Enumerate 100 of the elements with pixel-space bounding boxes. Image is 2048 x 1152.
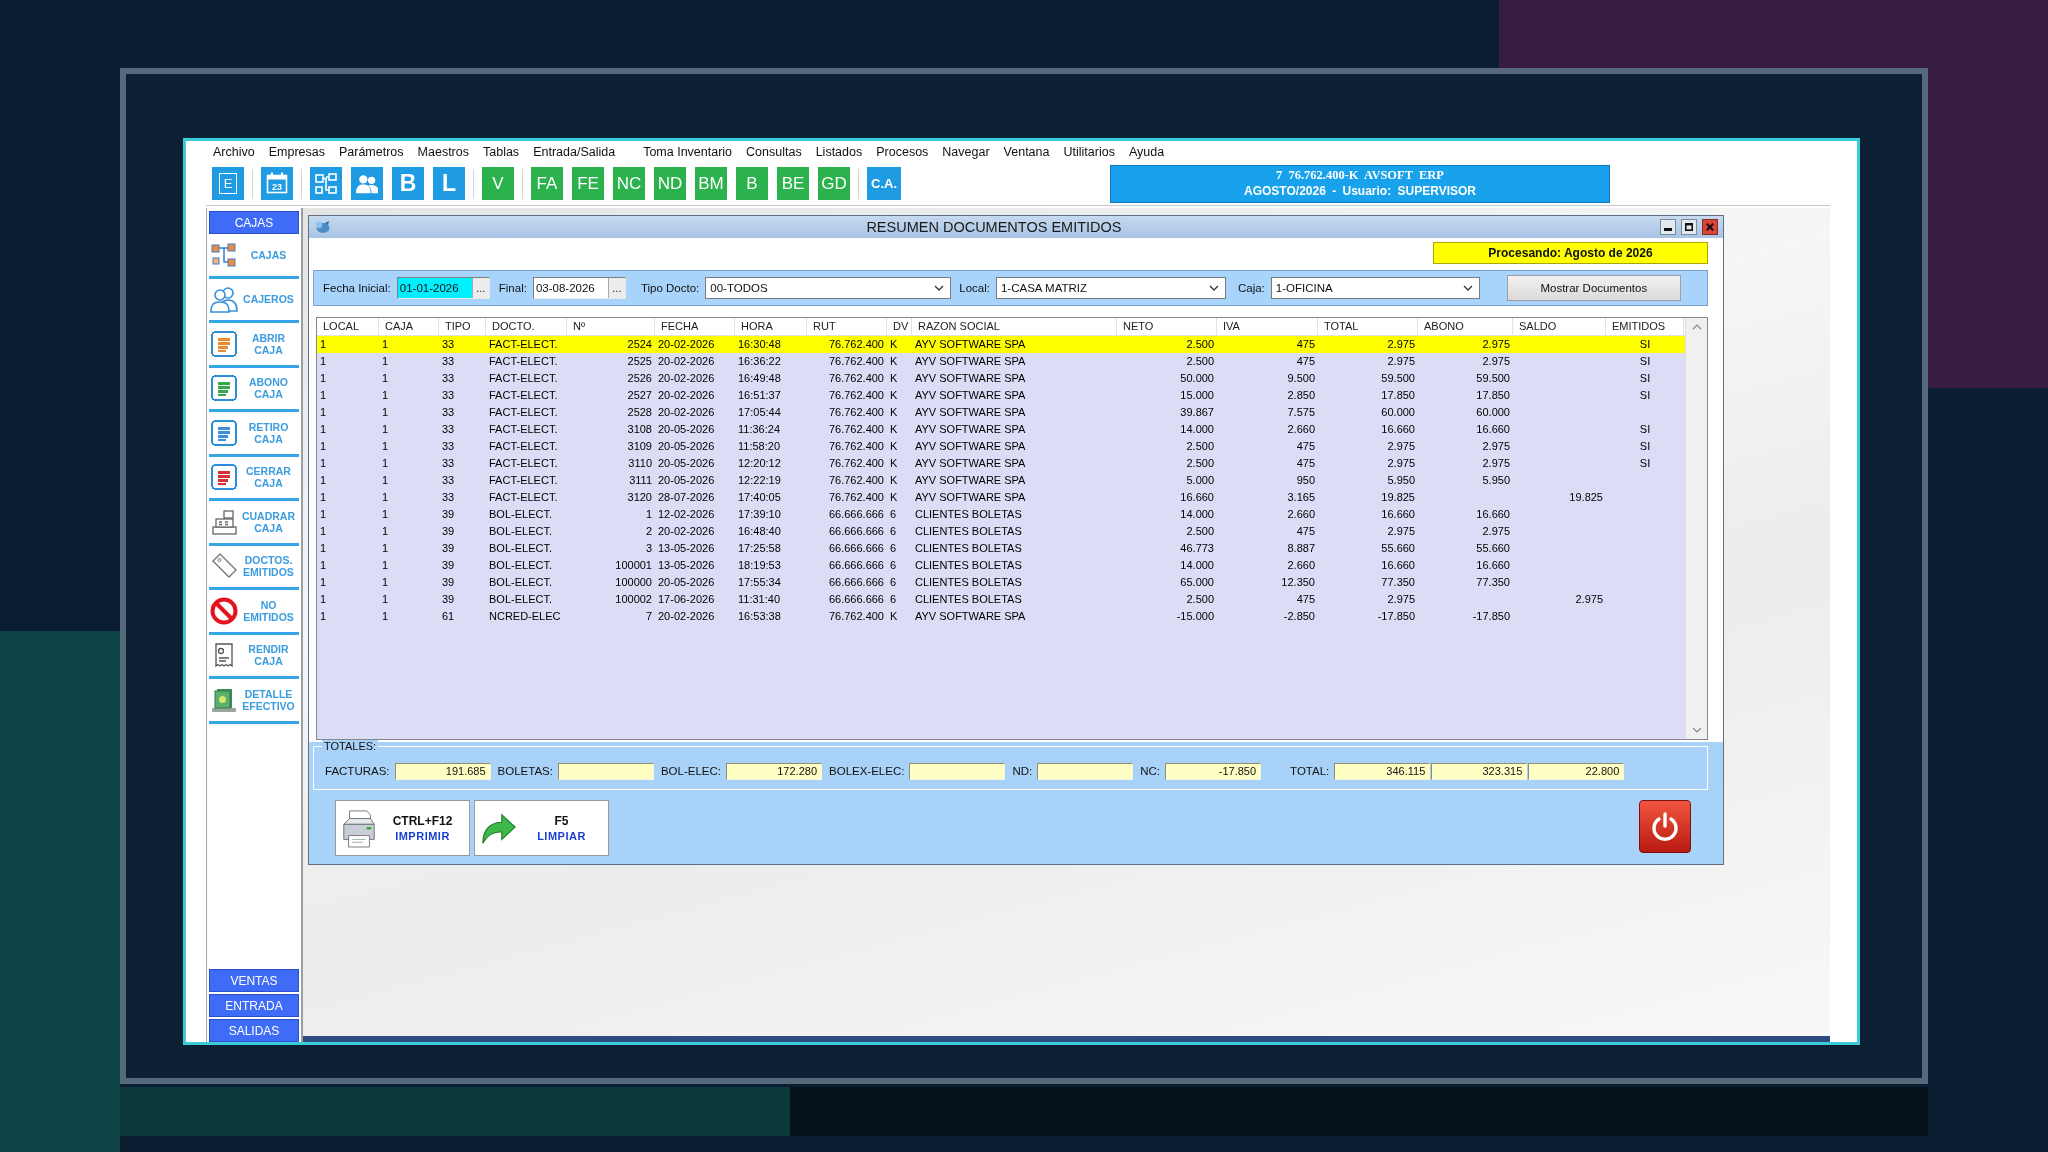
table-row[interactable]: 1 1 33 FACT-ELECT. 3111 20-05-2026 12:22:19 76.762.400 K AYV SOFTWARE SPA 5.000 950 5.950 5.950 [317,472,1685,489]
dropdown[interactable]: 00-TODOS [705,277,952,299]
table-cell-text: FACT-ELECT. [488,473,559,488]
menu-item[interactable]: Ventana [996,144,1057,159]
menu-item[interactable]: Maestros [410,144,476,159]
table-cell-text: 1 [381,473,390,488]
dropdown[interactable]: 1-CASA MATRIZ [995,277,1226,299]
table-row[interactable]: 1 1 33 FACT-ELECT. 3120 28-07-2026 17:40:05 76.762.400 K AYV SOFTWARE SPA 16.660 3.165 19.825 19.825 [317,489,1685,506]
power-button[interactable] [1639,800,1691,853]
table-row[interactable]: 1 1 33 FACT-ELECT. 3109 20-05-2026 11:58:20 76.762.400 K AYV SOFTWARE SPA 2.500 475 2.975 2.975 SI [317,438,1685,455]
menu-item[interactable]: Ayuda [1121,144,1172,159]
menu-item[interactable]: Archivo [206,144,262,159]
table-cell-text: 2.975 [1481,337,1511,352]
menu-item[interactable]: Navegar [935,144,997,159]
menu-item[interactable]: Entrada/Salida [526,144,623,159]
table-cell-text: 2.975 [1386,354,1416,369]
table-cell-text: 20-05-2026 [657,439,716,454]
date-field[interactable]: 01-01-2026 ... [396,277,490,299]
group-button[interactable]: ENTRADA [209,994,299,1017]
table-cell-text: 16:36:22 [737,354,782,369]
table-row[interactable]: 1 1 33 FACT-ELECT. 2527 20-02-2026 16:51:37 76.762.400 K AYV SOFTWARE SPA 15.000 2.850 17.850 17.850 SI [317,387,1685,404]
table-row[interactable]: 1 1 39 BOL-ELECT. 100002 17-06-2026 11:31:40 66.666.666 6 CLIENTES BOLETAS 2.500 475 2.975 2.975 [317,591,1685,608]
table-row[interactable]: 1 1 39 BOL-ELECT. 100001 13-05-2026 18:19:53 66.666.666 6 CLIENTES BOLETAS 14.000 2.660 16.660 16.660 [317,557,1685,574]
table-cell-text: 17:55:34 [737,575,782,590]
toolbar-button[interactable] [310,167,342,200]
table-cell-text: 17-06-2026 [657,592,716,607]
hierarchy-icon [210,240,238,269]
total-field: 191.685 [394,762,491,780]
menu-item[interactable]: Toma Inventario [636,144,740,159]
table-cell-text: 8.887 [1286,541,1316,556]
table-row[interactable]: 1 1 39 BOL-ELECT. 100000 20-05-2026 17:55:34 66.666.666 6 CLIENTES BOLETAS 65.000 12.350 77.350 77.350 [317,574,1685,591]
table-row[interactable]: 1 1 39 BOL-ELECT. 1 12-02-2026 17:39:10 66.666.666 6 CLIENTES BOLETAS 14.000 2.660 16.660 16.660 [317,506,1685,523]
table-cell-text: 2526 [626,371,653,386]
table-cell-text: 100000 [614,575,653,590]
picker-button[interactable]: ... [607,278,625,298]
table-cell-text: 2.975 [1481,456,1511,471]
group-button[interactable]: VENTAS [209,969,299,992]
menu-item[interactable]: Utilitarios [1056,144,1122,159]
table-cell-text: 1 [319,337,328,352]
table-row[interactable]: 1 1 33 FACT-ELECT. 2525 20-02-2026 16:36:22 76.762.400 K AYV SOFTWARE SPA 2.500 475 2.975 2.975 SI [317,353,1685,370]
table-cell-text: 1 [319,541,328,556]
table-cell-text: K [889,422,899,437]
total-field: 172.280 [726,762,822,780]
menu-item[interactable]: Parámetros [331,144,411,159]
table-cell-text: 1 [319,558,328,573]
table-cell-text: 17:40:05 [737,490,782,505]
table-cell-text: FACT-ELECT. [488,490,559,505]
table-cell-text: 16.660 [1380,558,1416,573]
table-cell-text: 2.500 [1185,456,1215,471]
table-cell-text: FACT-ELECT. [488,371,559,386]
table-cell-text: 16.660 [1475,507,1511,522]
table-cell-text: 2 [644,524,653,539]
show-documents-button[interactable]: Mostrar Documentos [1506,275,1681,301]
menu-item[interactable]: Tablas [476,144,527,159]
column-header: HORA [735,318,807,335]
menu-item[interactable]: Listados [808,144,870,159]
table-row[interactable]: 1 1 33 FACT-ELECT. 2528 20-02-2026 17:05:44 76.762.400 K AYV SOFTWARE SPA 39.867 7.575 60.000 60.000 [317,404,1685,421]
group-button[interactable]: SALIDAS [209,1019,299,1042]
group-button[interactable]: CAJAS [209,211,299,234]
date-field[interactable]: 03-08-2026 ... [532,277,626,299]
menu-item[interactable]: Procesos [869,144,936,159]
close-button[interactable] [1702,219,1718,235]
table-row[interactable]: 1 1 33 FACT-ELECT. 2526 20-02-2026 16:49:48 76.762.400 K AYV SOFTWARE SPA 50.000 9.500 59.500 59.500 SI [317,370,1685,387]
table-cell-text: 16.660 [1380,507,1416,522]
table-row[interactable]: 1 1 33 FACT-ELECT. 3108 20-05-2026 11:36:24 76.762.400 K AYV SOFTWARE SPA 14.000 2.660 16.660 16.660 SI [317,421,1685,438]
table-cell-text: 3 [644,541,653,556]
close-icon [1706,223,1714,231]
table-row[interactable]: 1 1 39 BOL-ELECT. 2 20-02-2026 16:48:40 66.666.666 6 CLIENTES BOLETAS 2.500 475 2.975 2.975 [317,523,1685,540]
table-cell-text: 33 [441,354,456,369]
table-cell-text: 20-05-2026 [657,575,716,590]
table-row[interactable]: 1 1 33 FACT-ELECT. 2524 20-02-2026 16:30:48 76.762.400 K AYV SOFTWARE SPA 2.500 475 2.975 2.975 SI [317,336,1685,353]
table-cell-text: 1 [319,575,328,590]
table-row[interactable]: 1 1 33 FACT-ELECT. 3110 20-05-2026 12:20:12 76.762.400 K AYV SOFTWARE SPA 2.500 475 2.975 2.975 SI [317,455,1685,472]
table-cell-text: 66.666.666 [827,524,885,539]
table-cell-text: 76.762.400 [827,388,885,403]
table-row[interactable]: 1 1 39 BOL-ELECT. 3 13-05-2026 17:25:58 66.666.666 6 CLIENTES BOLETAS 46.773 8.887 55.660 55.660 [317,540,1685,557]
table-cell-text: FACT-ELECT. [488,422,559,437]
scrollbar[interactable] [1685,318,1707,739]
toolbar-button[interactable] [351,167,383,200]
table-cell-text: AYV SOFTWARE SPA [914,473,1027,488]
table-cell-text: 66.666.666 [827,541,885,556]
table-cell-text: 19.825 [1568,490,1604,505]
menu-item[interactable]: Consultas [739,144,809,159]
table-cell-text: 6 [889,524,898,539]
print-button[interactable]: CTRL+F12 IMPRIMIR [335,800,470,856]
clear-button[interactable]: F5 LIMPIAR [474,800,609,856]
menu-item[interactable]: Empresas [261,144,332,159]
minimize-button[interactable] [1660,219,1676,235]
table-cell-text: 1 [319,354,328,369]
table-cell-text: 33 [441,371,456,386]
table-cell-text: 5.000 [1185,473,1215,488]
table-cell-text: 2.975 [1481,439,1511,454]
table-cell-text: K [889,354,899,369]
table-row[interactable]: 1 1 61 NCRED-ELEC 7 20-02-2026 16:53:38 76.762.400 K AYV SOFTWARE SPA -15.000 -2.850 -17.850 -17.850 [317,608,1685,625]
maximize-button[interactable] [1681,219,1697,235]
table-cell-text: SI [1638,422,1652,437]
dropdown[interactable]: 1-OFICINA [1270,277,1480,299]
table-cell-text: 61 [441,609,456,624]
table-cell-text: 76.762.400 [827,456,885,471]
table-cell-text: 76.762.400 [827,473,885,488]
